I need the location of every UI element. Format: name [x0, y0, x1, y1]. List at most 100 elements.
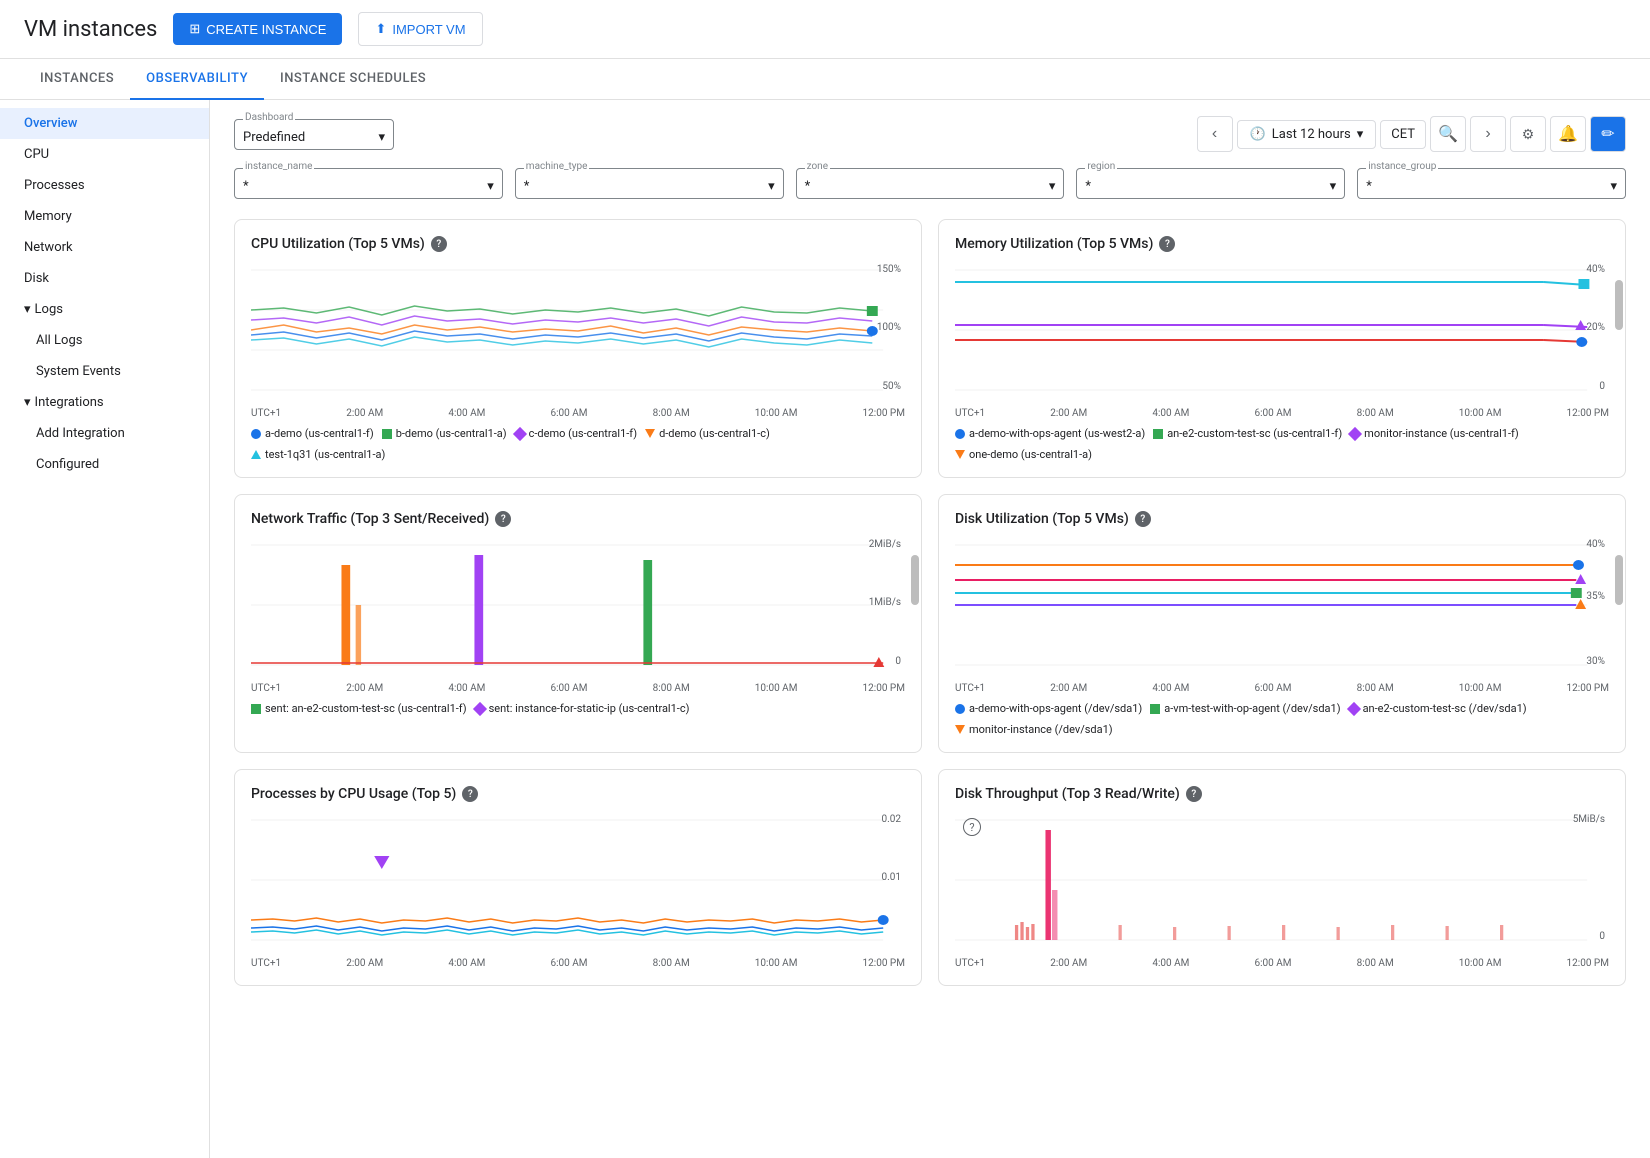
- chart-cpu-util: CPU Utilization (Top 5 VMs) ?: [234, 219, 922, 478]
- disk-help-icon[interactable]: ?: [1135, 511, 1151, 527]
- filter-instance-group[interactable]: instance_group * ▾: [1357, 168, 1626, 199]
- network-help-icon[interactable]: ?: [495, 511, 511, 527]
- page-title: VM instances: [24, 17, 157, 42]
- chart-processes-title: Processes by CPU Usage (Top 5) ?: [251, 786, 905, 802]
- network-chart-area: 2MiB/s 1MiB/s 0: [251, 535, 905, 675]
- cpu-legend-d-demo: d-demo (us-central1-c): [645, 427, 770, 440]
- next-button[interactable]: ›: [1470, 116, 1506, 152]
- processes-chart-area: 0.02 0.01: [251, 810, 905, 950]
- disk-scrollbar[interactable]: [1615, 555, 1623, 605]
- timezone-badge[interactable]: CET: [1380, 120, 1426, 149]
- network-x-labels: UTC+1 2:00 AM 4:00 AM 6:00 AM 8:00 AM 10…: [251, 683, 905, 694]
- settings-button[interactable]: ⚙: [1510, 116, 1546, 152]
- network-scrollbar[interactable]: [911, 555, 919, 605]
- disk-legend: a-demo-with-ops-agent (/dev/sda1) a-vm-t…: [955, 702, 1609, 736]
- sidebar-item-system-events[interactable]: System Events: [0, 356, 209, 387]
- sidebar-item-disk[interactable]: Disk: [0, 263, 209, 294]
- filter-region[interactable]: region * ▾: [1076, 168, 1345, 199]
- filter-instance-name-value[interactable]: * ▾: [243, 177, 494, 194]
- sidebar-item-memory[interactable]: Memory: [0, 201, 209, 232]
- tab-instances[interactable]: INSTANCES: [24, 59, 130, 100]
- prev-button[interactable]: ‹: [1197, 116, 1233, 152]
- dashboard-select-wrapper: Dashboard Predefined ▾: [234, 119, 394, 150]
- sidebar-section-logs[interactable]: ▾ Logs: [0, 294, 209, 325]
- filter-machine-type-label: machine_type: [524, 161, 590, 172]
- page-header: VM instances ⊞ CREATE INSTANCE ⬆ IMPORT …: [0, 0, 1650, 59]
- disk-throughput-chart-area: 5MiB/s 0 ?: [955, 810, 1609, 950]
- disk-throughput-inline-help[interactable]: ?: [963, 818, 981, 836]
- chart-disk-title: Disk Utilization (Top 5 VMs) ?: [955, 511, 1609, 527]
- create-instance-button[interactable]: ⊞ CREATE INSTANCE: [173, 13, 342, 45]
- edit-button[interactable]: ✏: [1590, 116, 1626, 152]
- chevron-down-icon-f3: ▾: [1049, 179, 1056, 194]
- nav-tabs: INSTANCES OBSERVABILITY INSTANCE SCHEDUL…: [0, 59, 1650, 100]
- sidebar-item-add-integration[interactable]: Add Integration: [0, 418, 209, 449]
- chart-cpu-title: CPU Utilization (Top 5 VMs) ?: [251, 236, 905, 252]
- filter-zone-label: zone: [805, 161, 830, 172]
- chart-disk-throughput-title: Disk Throughput (Top 3 Read/Write) ?: [955, 786, 1609, 802]
- import-icon: ⬆: [375, 21, 386, 37]
- memory-help-icon[interactable]: ?: [1159, 236, 1175, 252]
- memory-legend: a-demo-with-ops-agent (us-west2-a) an-e2…: [955, 427, 1609, 461]
- disk-throughput-help-icon[interactable]: ?: [1186, 786, 1202, 802]
- main-content: Dashboard Predefined ▾ ‹ 🕐 Last 12 hours…: [210, 100, 1650, 1158]
- sidebar-item-all-logs[interactable]: All Logs: [0, 325, 209, 356]
- dashboard-select-label: Dashboard: [243, 112, 295, 123]
- sidebar-item-cpu[interactable]: CPU: [0, 139, 209, 170]
- filter-instance-group-value[interactable]: * ▾: [1366, 177, 1617, 194]
- filter-machine-type[interactable]: machine_type * ▾: [515, 168, 784, 199]
- cpu-legend: a-demo (us-central1-f) b-demo (us-centra…: [251, 427, 905, 461]
- sidebar-item-network[interactable]: Network: [0, 232, 209, 263]
- cpu-x-labels: UTC+1 2:00 AM 4:00 AM 6:00 AM 8:00 AM 10…: [251, 408, 905, 419]
- sidebar-item-processes[interactable]: Processes: [0, 170, 209, 201]
- dashboard-dropdown[interactable]: Predefined ▾: [243, 128, 385, 145]
- filter-zone[interactable]: zone * ▾: [796, 168, 1065, 199]
- search-button[interactable]: 🔍: [1430, 116, 1466, 152]
- network-legend: sent: an-e2-custom-test-sc (us-central1-…: [251, 702, 905, 715]
- chevron-down-icon: ▾: [24, 302, 31, 317]
- chevron-down-icon-2: ▾: [24, 395, 31, 410]
- processes-x-labels: UTC+1 2:00 AM 4:00 AM 6:00 AM 8:00 AM 10…: [251, 958, 905, 969]
- cpu-legend-b-demo: b-demo (us-central1-a): [382, 427, 507, 440]
- filter-instance-name[interactable]: instance_name * ▾: [234, 168, 503, 199]
- filter-region-value[interactable]: * ▾: [1085, 177, 1336, 194]
- import-vm-button[interactable]: ⬆ IMPORT VM: [358, 12, 482, 46]
- sidebar-item-configured[interactable]: Configured: [0, 449, 209, 480]
- memory-chart-area: 40% 20% 0: [955, 260, 1609, 400]
- chart-disk-throughput: Disk Throughput (Top 3 Read/Write) ?: [938, 769, 1626, 986]
- chart-memory-title: Memory Utilization (Top 5 VMs) ?: [955, 236, 1609, 252]
- filter-row: instance_name * ▾ machine_type * ▾ zone …: [234, 168, 1626, 199]
- filter-instance-group-label: instance_group: [1366, 161, 1438, 172]
- alert-button[interactable]: 🔔: [1550, 116, 1586, 152]
- chevron-down-icon-f1: ▾: [487, 179, 494, 194]
- cpu-help-icon[interactable]: ?: [431, 236, 447, 252]
- chevron-down-icon-time: ▾: [1357, 127, 1364, 142]
- chevron-down-icon-f5: ▾: [1610, 179, 1617, 194]
- filter-zone-value[interactable]: * ▾: [805, 177, 1056, 194]
- disk-throughput-x-labels: UTC+1 2:00 AM 4:00 AM 6:00 AM 8:00 AM 10…: [955, 958, 1609, 969]
- cpu-legend-a-demo: a-demo (us-central1-f): [251, 427, 374, 440]
- filter-region-label: region: [1085, 161, 1117, 172]
- memory-scrollbar[interactable]: [1615, 280, 1623, 330]
- disk-chart-area: 40% 35% 30%: [955, 535, 1609, 675]
- tab-observability[interactable]: OBSERVABILITY: [130, 59, 264, 100]
- chart-disk-util: Disk Utilization (Top 5 VMs) ?: [938, 494, 1626, 753]
- cpu-legend-c-demo: c-demo (us-central1-f): [515, 427, 637, 440]
- filter-machine-type-value[interactable]: * ▾: [524, 177, 775, 194]
- cpu-chart-area: 150% 100% 50%: [251, 260, 905, 400]
- chevron-down-icon-dashboard: ▾: [378, 130, 385, 145]
- main-layout: Overview CPU Processes Memory Network Di…: [0, 100, 1650, 1158]
- cpu-legend-test: test-1q31 (us-central1-a): [251, 448, 385, 461]
- chart-network-title: Network Traffic (Top 3 Sent/Received) ?: [251, 511, 905, 527]
- chart-processes-cpu: Processes by CPU Usage (Top 5) ?: [234, 769, 922, 986]
- sidebar-item-overview[interactable]: Overview: [0, 108, 209, 139]
- sidebar-section-integrations[interactable]: ▾ Integrations: [0, 387, 209, 418]
- processes-help-icon[interactable]: ?: [462, 786, 478, 802]
- chevron-down-icon-f2: ▾: [768, 179, 775, 194]
- toolbar-right: ‹ 🕐 Last 12 hours ▾ CET 🔍 › ⚙ 🔔 ✏: [1197, 116, 1626, 152]
- tab-instance-schedules[interactable]: INSTANCE SCHEDULES: [264, 59, 442, 100]
- time-selector[interactable]: 🕐 Last 12 hours ▾: [1237, 120, 1377, 149]
- chart-memory-util: Memory Utilization (Top 5 VMs) ?: [938, 219, 1626, 478]
- chart-network-traffic: Network Traffic (Top 3 Sent/Received) ?: [234, 494, 922, 753]
- sidebar: Overview CPU Processes Memory Network Di…: [0, 100, 210, 1158]
